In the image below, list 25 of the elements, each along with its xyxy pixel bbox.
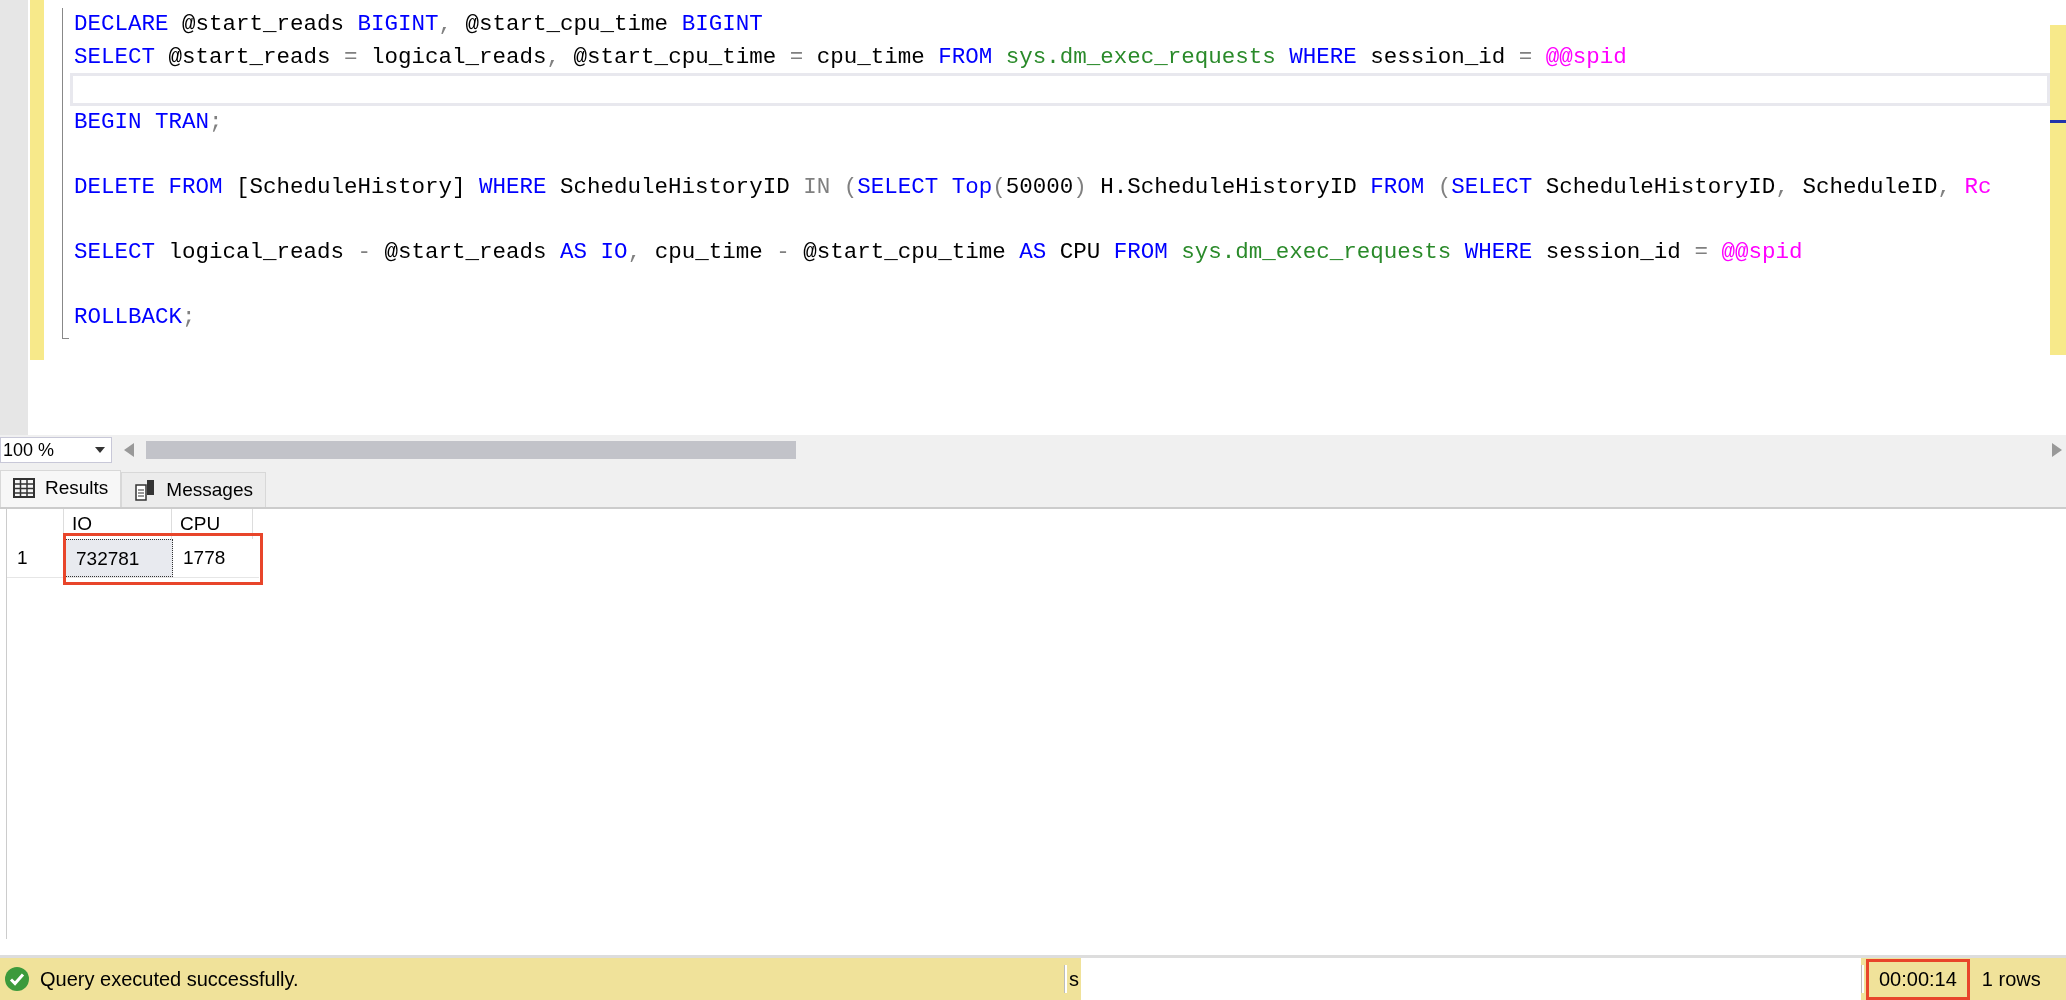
code-line: DECLARE @start_reads BIGINT, @start_cpu_time BIGINT — [74, 10, 764, 39]
scroll-left-icon[interactable] — [124, 443, 134, 457]
code-line: BEGIN TRAN; — [74, 107, 224, 137]
code-line: ROLLBACK; — [74, 302, 197, 332]
server-name: s — [1069, 967, 1079, 991]
caret-icon — [95, 447, 105, 453]
elapsed-time: 00:00:14 — [1866, 958, 1970, 1000]
code-line: SELECT @start_reads = logical_reads, @start_cpu_time = cpu_time FROM sys.dm_exec_requests WHERE session_id = @@spid — [74, 42, 1628, 72]
code-line: SELECT logical_reads - @start_reads AS IO, cpu_time - @start_cpu_time AS CPU FROM sys.dm_exec_requests WHERE session_id = @@spid — [74, 237, 1804, 267]
status-message: Query executed successfully. — [40, 967, 299, 991]
vertical-scrollbar[interactable] — [2050, 25, 2066, 355]
document-icon — [134, 479, 157, 501]
row-number: 1 — [16, 546, 29, 570]
row-count: 1 rows — [1980, 967, 2041, 991]
table-cell: 732781 — [65, 539, 173, 577]
success-icon — [4, 966, 30, 992]
results-tab[interactable]: Results — [0, 470, 122, 507]
column-header[interactable]: CPU — [171, 509, 253, 539]
results-tab[interactable]: Messages — [121, 472, 266, 507]
zoom-dropdown[interactable]: 100 % — [0, 437, 112, 463]
scroll-right-icon[interactable] — [2052, 443, 2062, 457]
grid-icon — [13, 478, 35, 498]
table-cell-text: 1778 — [182, 546, 227, 570]
code-line: DELETE FROM [ScheduleHistory] WHERE ScheduleHistoryID IN (SELECT Top(50000) H.ScheduleHistoryID FROM (SELECT ScheduleHistoryID, ScheduleID, Rc — [74, 172, 1993, 202]
scrollbar-thumb[interactable] — [146, 441, 796, 459]
